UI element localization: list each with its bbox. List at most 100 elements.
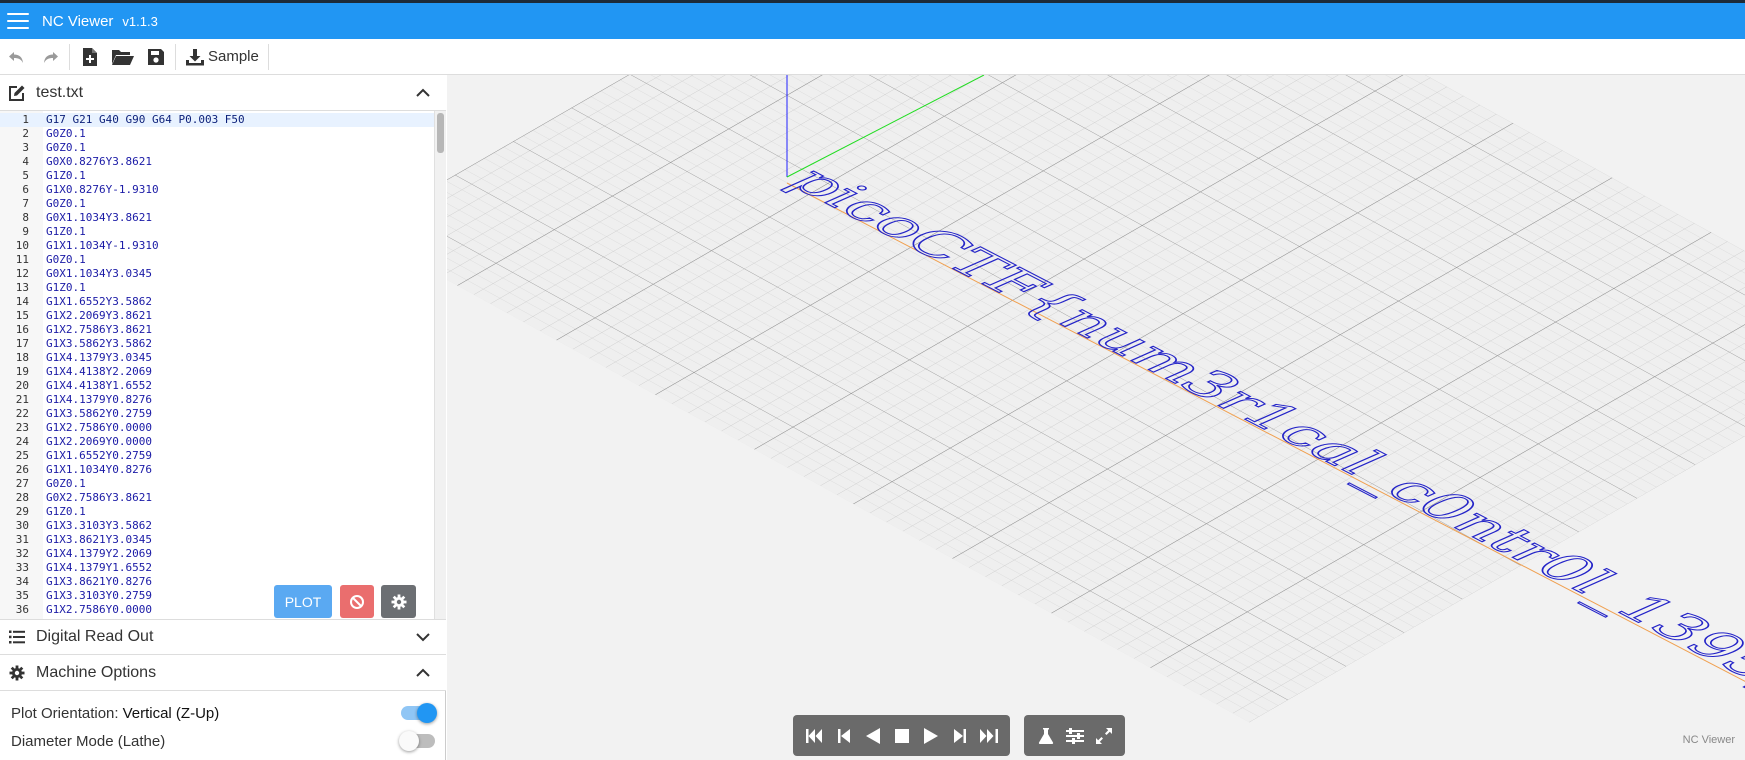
- new-file-button[interactable]: [73, 40, 106, 74]
- skip-start-icon: [805, 728, 822, 743]
- code-text: G1X2.7586Y0.0000: [46, 421, 152, 434]
- code-text: G1Z0.1: [46, 225, 86, 238]
- chevron-up-icon[interactable]: [415, 85, 431, 101]
- step-back-button[interactable]: [829, 715, 858, 756]
- line-number: 35: [15, 589, 29, 602]
- chevron-up-icon[interactable]: [415, 665, 431, 681]
- code-line[interactable]: 28 G0X2.7586Y3.8621: [0, 491, 434, 505]
- code-line[interactable]: 20 G1X4.4138Y1.6552: [0, 379, 434, 393]
- code-line[interactable]: 30 G1X3.3103Y3.5862: [0, 519, 434, 533]
- code-editor[interactable]: 1 G17 G21 G40 G90 G64 P0.003 F50 2 G0Z0.1 3 G…: [0, 111, 446, 619]
- code-line[interactable]: 17 G1X3.5862Y3.5862: [0, 337, 434, 351]
- undo-button[interactable]: [0, 40, 33, 74]
- chevron-down-icon[interactable]: [415, 629, 431, 645]
- code-text: G1Z0.1: [46, 281, 86, 294]
- diameter-mode-toggle[interactable]: [399, 731, 435, 751]
- code-line[interactable]: 21 G1X4.1379Y0.8276: [0, 393, 434, 407]
- code-line[interactable]: 25 G1X1.6552Y0.2759: [0, 449, 434, 463]
- scrollbar-thumb[interactable]: [437, 113, 444, 153]
- reverse-button[interactable]: [858, 715, 887, 756]
- title-bar: NC Viewer v1.1.3: [0, 0, 1745, 39]
- code-line[interactable]: 19 G1X4.4138Y2.2069: [0, 365, 434, 379]
- code-line[interactable]: 29 G1Z0.1: [0, 505, 434, 519]
- flask-icon: [1038, 727, 1053, 744]
- editor-header[interactable]: test.txt: [0, 75, 446, 111]
- sample-button[interactable]: Sample: [179, 40, 265, 74]
- line-number: 15: [15, 309, 29, 322]
- code-line[interactable]: 1 G17 G21 G40 G90 G64 P0.003 F50: [0, 113, 434, 127]
- code-line[interactable]: 2 G0Z0.1: [0, 127, 434, 141]
- step-back-icon: [837, 728, 850, 743]
- 3d-viewport[interactable]: picoCTF{num3r1cal_c0ntr0l_1395ffad} NC V…: [447, 75, 1745, 760]
- last-frame-button[interactable]: [974, 715, 1003, 756]
- code-line[interactable]: 3 G0Z0.1: [0, 141, 434, 155]
- code-line[interactable]: 12 G0X1.1034Y3.0345: [0, 267, 434, 281]
- play-button[interactable]: [916, 715, 945, 756]
- code-line[interactable]: 13 G1Z0.1: [0, 281, 434, 295]
- stop-button[interactable]: [887, 715, 916, 756]
- redo-button[interactable]: [33, 40, 66, 74]
- machine-options-title: Machine Options: [36, 663, 157, 681]
- code-text: G0X0.8276Y3.8621: [46, 155, 152, 168]
- code-text: G1X1.1034Y0.8276: [46, 463, 152, 476]
- plot-button[interactable]: PLOT: [274, 585, 332, 618]
- cog-icon: [8, 664, 26, 682]
- playback-group: [793, 715, 1010, 756]
- code-line[interactable]: 5 G1Z0.1: [0, 169, 434, 183]
- save-button[interactable]: [139, 40, 172, 74]
- editor-scrollbar[interactable]: [434, 111, 446, 619]
- dro-header[interactable]: Digital Read Out: [0, 619, 446, 655]
- open-file-button[interactable]: [106, 40, 139, 74]
- code-line[interactable]: 15 G1X2.2069Y3.8621: [0, 309, 434, 323]
- code-line[interactable]: 23 G1X2.7586Y0.0000: [0, 421, 434, 435]
- code-line[interactable]: 16 G1X2.7586Y3.8621: [0, 323, 434, 337]
- code-line[interactable]: 18 G1X4.1379Y3.0345: [0, 351, 434, 365]
- code-line[interactable]: 32 G1X4.1379Y2.2069: [0, 547, 434, 561]
- line-number: 36: [15, 603, 29, 616]
- line-number: 24: [15, 435, 29, 448]
- code-line[interactable]: 33 G1X4.1379Y1.6552: [0, 561, 434, 575]
- first-frame-button[interactable]: [800, 715, 829, 756]
- plot-orientation-toggle[interactable]: [401, 703, 437, 723]
- line-number: 9: [22, 225, 29, 238]
- play-reverse-icon: [865, 727, 880, 744]
- code-line[interactable]: 24 G1X2.2069Y0.0000: [0, 435, 434, 449]
- code-line[interactable]: 14 G1X1.6552Y3.5862: [0, 295, 434, 309]
- code-line[interactable]: 6 G1X0.8276Y-1.9310: [0, 183, 434, 197]
- app-version: v1.1.3: [122, 13, 158, 29]
- line-number: 16: [15, 323, 29, 336]
- code-line[interactable]: 27 G0Z0.1: [0, 477, 434, 491]
- line-number: 14: [15, 295, 29, 308]
- code-text: G17 G21 G40 G90 G64 P0.003 F50: [46, 113, 245, 126]
- code-line[interactable]: 7 G0Z0.1: [0, 197, 434, 211]
- fullscreen-button[interactable]: [1089, 715, 1118, 756]
- editor-settings-button[interactable]: [381, 585, 416, 618]
- line-number: 4: [22, 155, 29, 168]
- app-title: NC Viewer: [42, 12, 114, 30]
- code-line[interactable]: 9 G1Z0.1: [0, 225, 434, 239]
- line-number: 27: [15, 477, 29, 490]
- plot-orientation-row: Plot Orientation: Vertical (Z-Up): [0, 699, 446, 727]
- gear-icon: [391, 594, 406, 609]
- step-forward-button[interactable]: [945, 715, 974, 756]
- code-line[interactable]: 10 G1X1.1034Y-1.9310: [0, 239, 434, 253]
- machine-options-header[interactable]: Machine Options: [0, 655, 446, 691]
- dro-title: Digital Read Out: [36, 628, 154, 645]
- code-line[interactable]: 22 G1X3.5862Y0.2759: [0, 407, 434, 421]
- code-text: G1Z0.1: [46, 505, 86, 518]
- clear-button[interactable]: [340, 585, 374, 618]
- code-text: G1X4.4138Y1.6552: [46, 379, 152, 392]
- code-line[interactable]: 11 G0Z0.1: [0, 253, 434, 267]
- code-line[interactable]: 26 G1X1.1034Y0.8276: [0, 463, 434, 477]
- line-number: 26: [15, 463, 29, 476]
- code-line[interactable]: 4 G0X0.8276Y3.8621: [0, 155, 434, 169]
- flask-button[interactable]: [1031, 715, 1060, 756]
- stop-icon: [894, 728, 909, 743]
- view-settings-button[interactable]: [1060, 715, 1089, 756]
- code-line[interactable]: 31 G1X3.8621Y3.0345: [0, 533, 434, 547]
- code-line[interactable]: 8 G0X1.1034Y3.8621: [0, 211, 434, 225]
- plot-orientation-label: Plot Orientation:: [11, 704, 119, 722]
- line-number: 7: [22, 197, 29, 210]
- menu-icon[interactable]: [7, 13, 29, 29]
- code-lines: 1 G17 G21 G40 G90 G64 P0.003 F50 2 G0Z0.1 3 G…: [0, 113, 434, 617]
